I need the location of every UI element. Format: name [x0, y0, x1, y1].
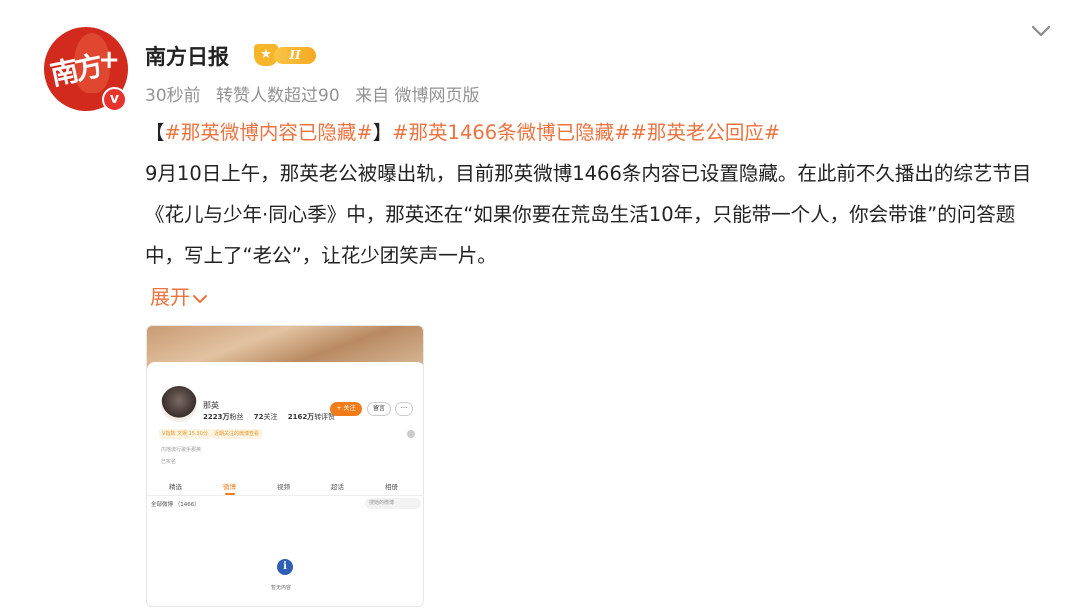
- post-time[interactable]: 30秒前: [145, 86, 201, 106]
- topic-tag-hidden[interactable]: #那英微博内容已隐藏#: [165, 121, 373, 144]
- followers-count: 2223万: [203, 413, 230, 421]
- avatar-plus-mark: +: [98, 45, 120, 75]
- topic-tag-husband[interactable]: #那英老公回应#: [631, 121, 781, 144]
- empty-state-text: 暂无内容: [271, 585, 292, 591]
- topic-tag-1466[interactable]: #那英1466条微博已隐藏#: [392, 121, 630, 144]
- tab-weibo: 微博: [223, 483, 236, 491]
- info-icon: i: [277, 559, 293, 575]
- profile-verified: 已实名: [161, 459, 177, 465]
- more-button: ···: [395, 402, 413, 416]
- tab-topic: 超话: [331, 483, 344, 491]
- message-button: 留言: [367, 402, 391, 416]
- repost-count: 转赞人数超过90: [216, 86, 340, 106]
- bracket-close: 】: [372, 121, 393, 144]
- post-content: 【#那英微博内容已隐藏#】#那英1466条微博已隐藏##那英老公回应# 9月10…: [145, 112, 1045, 276]
- profile-stats: 2223万粉丝 72关注 2162万转评赞: [203, 412, 343, 422]
- expand-button[interactable]: 展开: [150, 281, 208, 310]
- author-name[interactable]: 南方日报: [145, 41, 229, 71]
- followers-label: 粉丝: [229, 413, 244, 421]
- chevron-down-icon[interactable]: [1030, 22, 1052, 40]
- post-source: 来自 微博网页版: [355, 86, 480, 106]
- profile-tabs: 精选 微博 视频 超话 相册: [147, 478, 423, 496]
- weibo-filter: 全部微博 （1466）: [151, 502, 200, 508]
- verified-icon: v: [102, 87, 127, 112]
- expand-label: 展开: [150, 285, 190, 309]
- post-body: 9月10日上午，那英老公被曝出轨，目前那英微博1466条内容已设置隐藏。在此前不…: [145, 162, 1032, 267]
- tab-video: 视频: [277, 483, 290, 491]
- post-meta: 30秒前 转赞人数超过90 来自 微博网页版: [145, 81, 490, 106]
- tag-line: 【#那英微博内容已隐藏#】#那英1466条微博已隐藏##那英老公回应#: [145, 112, 1045, 153]
- search-input: 搜她的微博: [365, 498, 421, 509]
- following-count: 72: [253, 413, 264, 421]
- profile-avatar: [159, 384, 199, 424]
- level-badge[interactable]: ★ II: [254, 44, 316, 66]
- profile-card: 那英 2223万粉丝 72关注 2162万转评赞 + 关注 留言 ··· V指数…: [147, 362, 423, 606]
- close-icon: [407, 430, 415, 438]
- tab-featured: 精选: [169, 483, 182, 491]
- bracket-open: 【: [145, 121, 165, 144]
- profile-name: 那英: [203, 401, 219, 410]
- profile-bio: 内地流行歌手那英: [161, 447, 202, 453]
- active-tab-underline: [225, 493, 235, 495]
- tab-album: 相册: [385, 483, 398, 491]
- post-image[interactable]: 那英 2223万粉丝 72关注 2162万转评赞 + 关注 留言 ··· V指数…: [146, 325, 424, 607]
- weibo-post: 南方 + v 南方日报 ★ II 30秒前 转赞人数超过90 来自 微博网页版 …: [0, 0, 1080, 609]
- following-label: 关注: [263, 413, 278, 421]
- chevron-down-icon: [193, 294, 207, 303]
- likes-count: 2162万: [287, 413, 315, 421]
- v-index-chip: V指数 文娱 15.30分: [159, 429, 211, 439]
- recent-chip: 近期关注的微博查看: [211, 429, 263, 439]
- follow-button: + 关注: [330, 402, 362, 416]
- level-label: II: [274, 47, 316, 64]
